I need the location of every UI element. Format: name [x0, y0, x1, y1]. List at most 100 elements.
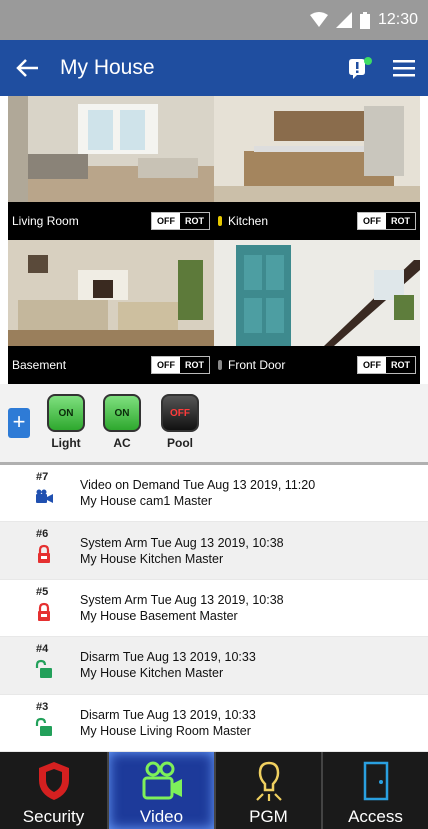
camera-grid: Living Room OFF ROT Kitchen OFF ROT Base… — [8, 96, 420, 384]
camera-name: Front Door — [228, 358, 286, 372]
event-meta: #4 — [0, 637, 80, 693]
pgm-switch-ac[interactable]: ON AC — [100, 394, 144, 450]
camera-name: Living Room — [12, 214, 79, 228]
camera-rotate-button[interactable]: ROT — [180, 357, 209, 373]
lightbulb-icon — [255, 761, 282, 801]
camera-feed-image — [214, 240, 420, 346]
pgm-switch-state[interactable]: ON — [47, 394, 85, 432]
shield-icon — [38, 762, 69, 800]
lock-open-icon — [35, 660, 52, 679]
camera-controls: OFF ROT — [151, 212, 210, 230]
event-meta: #5 — [0, 580, 80, 636]
pgm-label: Light — [51, 436, 81, 450]
tab-label: Security — [22, 807, 85, 826]
event-detail: My House Basement Master — [80, 608, 238, 623]
event-meta: #3 — [0, 695, 80, 751]
event-title: System Arm Tue Aug 13 2019, 10:38 — [80, 535, 284, 550]
event-meta: #7 — [0, 465, 80, 521]
camera-bar: Basement OFF ROT — [8, 346, 214, 384]
camera-controls: OFF ROT — [357, 212, 416, 230]
page-title: My House — [60, 56, 155, 79]
camera-controls: OFF ROT — [151, 356, 210, 374]
back-button[interactable] — [4, 40, 52, 96]
event-detail: My House Kitchen Master — [80, 551, 224, 566]
pgm-switch-pool[interactable]: OFF Pool — [158, 394, 202, 450]
status-bar: 12:30 — [0, 0, 428, 40]
lock-closed-icon — [38, 602, 50, 621]
camera-tile-basement[interactable]: Basement OFF ROT — [8, 240, 214, 384]
event-row[interactable]: #3 Disarm Tue Aug 13 2019, 10:33 My Hous… — [0, 695, 428, 752]
add-pgm-button[interactable]: + — [8, 408, 30, 438]
event-detail: My House cam1 Master — [80, 494, 212, 509]
camera-status-indicator — [218, 216, 222, 226]
event-text: System Arm Tue Aug 13 2019, 10:38 My Hou… — [80, 592, 284, 624]
event-number: #5 — [36, 585, 49, 598]
battery-icon — [359, 11, 370, 29]
event-title: Disarm Tue Aug 13 2019, 10:33 — [80, 707, 256, 722]
camera-name: Kitchen — [228, 214, 269, 228]
bottom-nav: Security Video PGM Access — [0, 752, 428, 829]
pgm-label: AC — [113, 436, 131, 450]
camera-tile-living-room[interactable]: Living Room OFF ROT — [8, 96, 214, 240]
camera-bar: Front Door OFF ROT — [214, 346, 420, 384]
event-row[interactable]: #5 System Arm Tue Aug 13 2019, 10:38 My … — [0, 580, 428, 638]
pgm-switch-state[interactable]: ON — [103, 394, 141, 432]
event-text: Disarm Tue Aug 13 2019, 10:33 My House K… — [80, 649, 256, 681]
alert-badge-icon — [349, 57, 372, 79]
event-text: System Arm Tue Aug 13 2019, 10:38 My Hou… — [80, 535, 284, 567]
event-title: Video on Demand Tue Aug 13 2019, 11:20 — [80, 478, 316, 493]
pgm-label: Pool — [167, 436, 193, 450]
camera-bar: Kitchen OFF ROT — [214, 202, 420, 240]
event-number: #4 — [36, 643, 49, 656]
door-icon — [363, 761, 388, 801]
camera-rotate-button[interactable]: ROT — [386, 357, 415, 373]
event-detail: My House Living Room Master — [80, 723, 251, 738]
tab-label: PGM — [249, 807, 288, 826]
menu-button[interactable] — [380, 40, 428, 96]
event-row[interactable]: #6 System Arm Tue Aug 13 2019, 10:38 My … — [0, 522, 428, 580]
camera-feed-image — [8, 240, 214, 346]
wifi-icon — [309, 12, 328, 27]
notifications-button[interactable] — [340, 40, 380, 96]
camera-rotate-button[interactable]: ROT — [386, 213, 415, 229]
hamburger-menu-icon — [393, 60, 415, 77]
camera-feed-image — [8, 96, 214, 202]
event-number: #7 — [36, 471, 49, 483]
event-text: Video on Demand Tue Aug 13 2019, 11:20 M… — [80, 477, 315, 509]
camera-off-button[interactable]: OFF — [358, 213, 386, 229]
event-number: #6 — [36, 528, 49, 541]
tab-security[interactable]: Security — [0, 752, 107, 829]
event-number: #3 — [36, 700, 49, 713]
camera-off-button[interactable]: OFF — [358, 357, 386, 373]
camera-off-button[interactable]: OFF — [152, 213, 180, 229]
camcorder-icon — [142, 761, 182, 800]
lock-closed-icon — [38, 545, 50, 564]
tab-label: Access — [348, 807, 403, 826]
signal-icon — [335, 12, 352, 28]
event-list: #7 Video on Demand Tue Aug 13 2019, 11:2… — [0, 465, 428, 752]
camera-tile-kitchen[interactable]: Kitchen OFF ROT — [214, 96, 420, 240]
event-text: Disarm Tue Aug 13 2019, 10:33 My House L… — [80, 707, 256, 739]
camera-rotate-button[interactable]: ROT — [180, 213, 209, 229]
pgm-switch-light[interactable]: ON Light — [44, 394, 88, 450]
arrow-left-icon — [16, 59, 38, 77]
event-detail: My House Kitchen Master — [80, 666, 224, 681]
app-bar: My House — [0, 40, 428, 96]
camera-feed-image — [214, 96, 420, 202]
event-title: Disarm Tue Aug 13 2019, 10:33 — [80, 650, 256, 665]
camera-status-indicator — [218, 360, 222, 370]
camera-name: Basement — [12, 358, 67, 372]
status-time: 12:30 — [377, 11, 418, 28]
camera-tile-front-door[interactable]: Front Door OFF ROT — [214, 240, 420, 384]
tab-video[interactable]: Video — [107, 752, 214, 829]
camera-bar: Living Room OFF ROT — [8, 202, 214, 240]
event-row[interactable]: #7 Video on Demand Tue Aug 13 2019, 11:2… — [0, 465, 428, 523]
tab-access[interactable]: Access — [321, 752, 428, 829]
video-camera-icon — [36, 489, 53, 503]
pgm-switch-state[interactable]: OFF — [161, 394, 199, 432]
camera-off-button[interactable]: OFF — [152, 357, 180, 373]
event-row[interactable]: #4 Disarm Tue Aug 13 2019, 10:33 My Hous… — [0, 637, 428, 695]
event-meta: #6 — [0, 522, 80, 578]
tab-pgm[interactable]: PGM — [214, 752, 321, 829]
tab-label: Video — [139, 807, 184, 826]
